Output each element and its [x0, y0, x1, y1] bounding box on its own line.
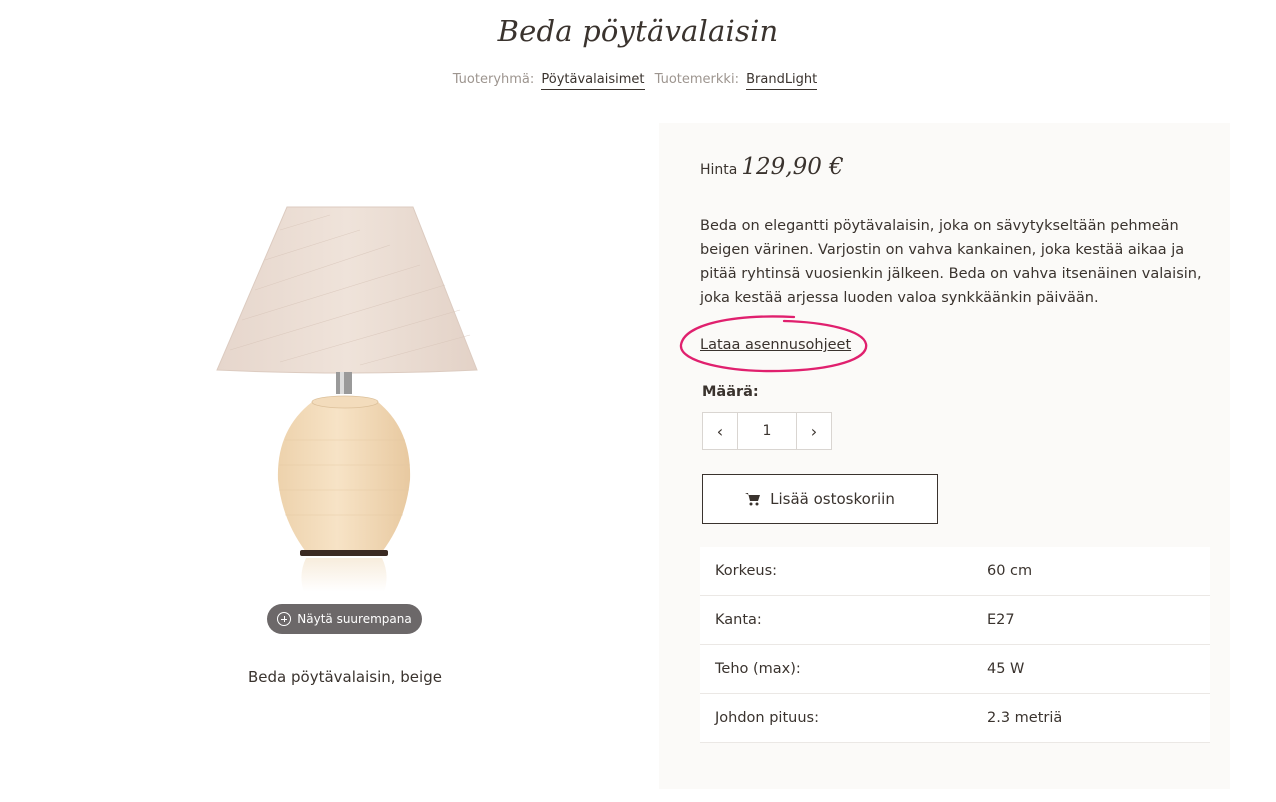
category-label: Tuoteryhmä:: [452, 72, 535, 87]
decrement-button[interactable]: ‹: [703, 413, 737, 449]
spec-row: Teho (max): 45 W: [700, 645, 1210, 694]
spec-key: Korkeus:: [715, 563, 778, 579]
image-caption: Beda pöytävalaisin, beige: [248, 668, 442, 686]
spec-value: 60 cm: [987, 563, 1033, 579]
lamp-image: [216, 206, 478, 592]
zoom-label: Näytä suurempana: [297, 612, 412, 626]
download-instructions-link[interactable]: Lataa asennusohjeet: [700, 337, 851, 353]
product-image[interactable]: [160, 190, 540, 600]
product-description: Beda on elegantti pöytävalaisin, joka on…: [700, 218, 1202, 306]
product-title: Beda pöytävalaisin: [497, 14, 779, 48]
add-to-cart-label: Lisää ostoskoriin: [770, 490, 895, 508]
category-link[interactable]: Pöytävalaisimet: [541, 72, 645, 90]
spec-value: 2.3 metriä: [987, 710, 1063, 726]
cart-icon: [745, 493, 761, 506]
plus-circle-icon: [277, 612, 292, 626]
price-row: Hinta 129,90 €: [700, 154, 844, 180]
brand-link[interactable]: BrandLight: [746, 72, 818, 90]
add-to-cart-button[interactable]: Lisää ostoskoriin: [702, 474, 938, 524]
spec-value: 45 W: [987, 661, 1025, 677]
brand-label: Tuotemerkki:: [654, 72, 739, 87]
quantity-label: Määrä:: [702, 384, 759, 400]
spec-row: Kanta: E27: [700, 596, 1210, 645]
price-value: 129,90 €: [741, 154, 844, 180]
product-meta: Tuoteryhmä: Pöytävalaisimet Tuotemerkki:…: [0, 72, 1276, 90]
spec-table: Korkeus: 60 cm Kanta: E27 Teho (max): 45…: [700, 547, 1210, 743]
spec-key: Kanta:: [715, 612, 762, 628]
price-label: Hinta: [700, 162, 738, 178]
spec-row: Korkeus: 60 cm: [700, 547, 1210, 596]
spec-key: Johdon pituus:: [715, 710, 819, 726]
spec-value: E27: [987, 612, 1015, 628]
quantity-stepper[interactable]: ‹ 1 ›: [702, 412, 832, 450]
spec-key: Teho (max):: [715, 661, 801, 677]
zoom-button[interactable]: Näytä suurempana: [267, 604, 422, 634]
increment-button[interactable]: ›: [797, 413, 831, 449]
quantity-input[interactable]: 1: [737, 413, 797, 449]
spec-row: Johdon pituus: 2.3 metriä: [700, 694, 1210, 743]
